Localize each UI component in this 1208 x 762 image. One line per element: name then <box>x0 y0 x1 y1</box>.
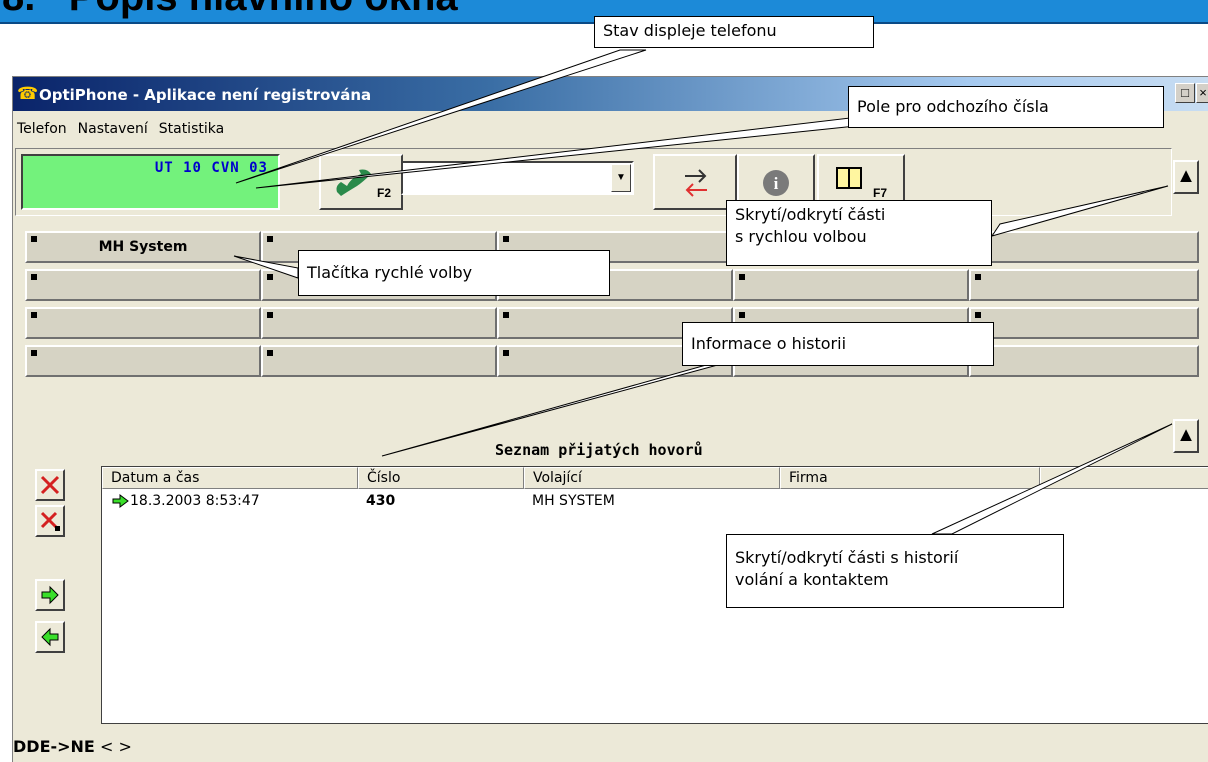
speed-dial-button[interactable] <box>25 307 261 339</box>
cell-caller: MH SYSTEM <box>532 493 615 509</box>
speed-dial-led-icon <box>267 274 273 280</box>
cell-number: 430 <box>366 493 396 509</box>
chevron-down-icon[interactable]: ▼ <box>611 164 631 192</box>
cell-datetime: 18.3.2003 8:53:47 <box>130 493 260 509</box>
callout-toggle-history: Skrytí/odkrytí části s historií volání a… <box>726 534 1064 608</box>
window-title: OptiPhone - Aplikace není registrována <box>39 86 372 104</box>
speed-dial-led-icon <box>975 274 981 280</box>
speed-dial-button[interactable] <box>25 345 261 377</box>
callout-display-state: Stav displeje telefonu <box>594 16 874 48</box>
callout-outgoing-field: Pole pro odchozího čísla <box>848 86 1164 128</box>
column-header-extra[interactable] <box>1040 467 1208 489</box>
transfer-arrows-icon <box>685 169 707 197</box>
speed-dial-led-icon <box>31 350 37 356</box>
column-header-datetime[interactable]: Datum a čas <box>102 467 358 489</box>
speed-dial-led-icon <box>503 312 509 318</box>
delete-all-button[interactable] <box>35 505 65 537</box>
speed-dial-button[interactable] <box>261 307 497 339</box>
transfer-button[interactable] <box>653 154 737 210</box>
outgoing-arrow-icon <box>41 627 59 647</box>
call-fkey: F2 <box>377 186 392 200</box>
delete-button[interactable] <box>35 469 65 501</box>
show-incoming-button[interactable] <box>35 579 65 611</box>
outgoing-number-combo[interactable]: ▼ <box>401 161 634 195</box>
speed-dial-led-icon <box>739 312 745 318</box>
delete-all-icon <box>40 511 60 531</box>
column-header-caller[interactable]: Volající <box>524 467 780 489</box>
call-button[interactable]: F2 <box>319 154 403 210</box>
callout-outgoing-field-text: Pole pro odchozího čísla <box>857 97 1049 116</box>
speed-dial-led-icon <box>975 312 981 318</box>
callout-toggle-speed-dial: Skrytí/odkrytí části s rychlou volbou <box>726 200 992 266</box>
speed-dial-label: MH System <box>98 239 188 255</box>
svg-text:i: i <box>774 174 779 193</box>
info-icon: i <box>763 170 789 196</box>
speed-dial-led-icon <box>267 312 273 318</box>
speed-dial-button[interactable] <box>969 345 1199 377</box>
menu-statistika[interactable]: Statistika <box>159 117 224 141</box>
speed-dial-led-icon <box>267 350 273 356</box>
delete-x-icon <box>40 475 60 495</box>
incoming-arrow-icon <box>41 585 59 605</box>
speed-dial-led-icon <box>267 236 273 242</box>
menu-nastaveni[interactable]: Nastavení <box>78 117 148 141</box>
speed-dial-led-icon <box>503 350 509 356</box>
speed-dial-button[interactable] <box>25 269 261 301</box>
callout-speed-buttons-text: Tlačítka rychlé volby <box>307 263 473 282</box>
show-outgoing-button[interactable] <box>35 621 65 653</box>
opti-phone-icon: ☎ <box>17 84 39 103</box>
phonebook-fkey: F7 <box>873 186 888 200</box>
phone-display: UT 10 CVN 03 <box>21 154 280 210</box>
speed-dial-led-icon <box>31 274 37 280</box>
speed-dial-button[interactable] <box>733 269 969 301</box>
callout-speed-buttons: Tlačítka rychlé volby <box>298 250 610 296</box>
close-button[interactable]: × <box>1196 83 1208 103</box>
callout-history-info-text: Informace o historii <box>691 334 847 353</box>
history-title: Seznam přijatých hovorů <box>495 441 703 459</box>
status-bar: DDE->NE < > <box>13 737 132 756</box>
callout-toggle-speed-line1: Skrytí/odkrytí části <box>735 205 886 224</box>
callout-toggle-history-line1: Skrytí/odkrytí části s historií <box>735 548 959 567</box>
menu-bar: Telefon Nastavení Statistika <box>13 117 231 141</box>
callout-display-state-text: Stav displeje telefonu <box>603 21 777 40</box>
menu-telefon[interactable]: Telefon <box>17 117 67 141</box>
speed-dial-button[interactable] <box>969 307 1199 339</box>
speed-dial-led-icon <box>739 274 745 280</box>
incoming-arrow-icon <box>112 494 129 508</box>
toggle-speed-dial-button[interactable]: ▲ <box>1173 160 1199 194</box>
handset-icon <box>336 169 371 196</box>
maximize-button[interactable]: □ <box>1175 83 1195 103</box>
callout-history-info: Informace o historii <box>682 322 994 366</box>
section-heading: 8. Popis hlavního okna <box>2 0 458 20</box>
speed-dial-button[interactable]: MH System <box>25 231 261 263</box>
callout-toggle-history-line2: volání a kontaktem <box>735 570 889 589</box>
speed-dial-led-icon <box>503 236 509 242</box>
outgoing-number-input[interactable] <box>405 165 603 191</box>
column-header-number[interactable]: Číslo <box>358 467 524 489</box>
status-dde: DDE->NE <box>13 737 95 756</box>
phone-display-text: UT 10 CVN 03 <box>154 160 268 176</box>
toggle-history-button[interactable]: ▲ <box>1173 419 1199 453</box>
speed-dial-led-icon <box>31 236 37 242</box>
column-header-company[interactable]: Firma <box>780 467 1040 489</box>
speed-dial-button[interactable] <box>969 269 1199 301</box>
status-nav[interactable]: < > <box>100 737 132 756</box>
book-icon <box>836 167 862 189</box>
callout-toggle-speed-line2: s rychlou volbou <box>735 227 867 246</box>
speed-dial-button[interactable] <box>261 345 497 377</box>
history-header: Datum a čas Číslo Volající Firma <box>102 467 1208 489</box>
speed-dial-grid: MH System <box>25 231 1208 379</box>
app-window: ☎ OptiPhone - Aplikace není registrována… <box>12 76 1208 762</box>
speed-dial-led-icon <box>31 312 37 318</box>
speed-dial-button[interactable] <box>969 231 1199 263</box>
